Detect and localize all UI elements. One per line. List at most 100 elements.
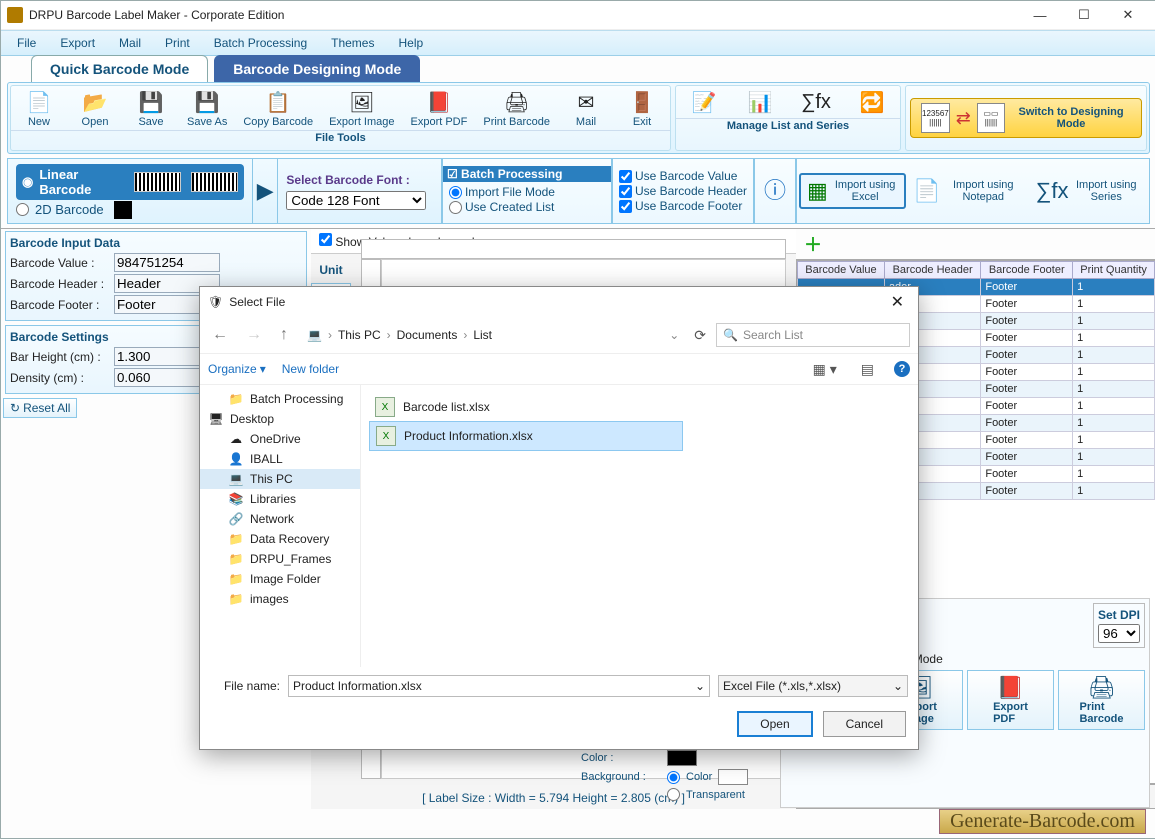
menu-themes[interactable]: Themes <box>319 33 386 53</box>
tree-item[interactable]: 📁DRPU_Frames <box>200 549 360 569</box>
chevron-down-icon[interactable]: ⌄ <box>669 328 679 342</box>
dpi-select[interactable]: 96 <box>1098 624 1140 643</box>
tree-item[interactable]: 📚Libraries <box>200 489 360 509</box>
filename-input[interactable]: Product Information.xlsx⌄ <box>288 675 710 697</box>
toolbar-export-pdf-button[interactable]: 📕Export PDF <box>403 86 476 130</box>
column-header[interactable]: Print Quantity <box>1073 262 1155 279</box>
toolbar-open-button[interactable]: 📂Open <box>67 86 123 130</box>
menu-print[interactable]: Print <box>153 33 202 53</box>
action-export-pdf-button[interactable]: 📕ExportPDF <box>967 670 1054 730</box>
dpi-group: Set DPI 96 <box>1093 603 1145 648</box>
toolbar-save-as-button[interactable]: 💾Save As <box>179 86 235 130</box>
menu-export[interactable]: Export <box>48 33 107 53</box>
nav-up-button[interactable]: ↑ <box>276 326 292 344</box>
dialog-buttons: Open Cancel <box>200 705 918 749</box>
use-created-list-radio[interactable]: Use Created List <box>449 200 605 214</box>
menu-help[interactable]: Help <box>386 33 435 53</box>
cancel-button[interactable]: Cancel <box>823 711 906 737</box>
tab-designing-mode[interactable]: Barcode Designing Mode <box>214 55 420 82</box>
unit-title: Unit <box>311 259 351 281</box>
manage-list-group: 📝📊∑fx🔁 Manage List and Series <box>675 85 901 151</box>
2d-barcode-radio[interactable]: 2D Barcode <box>16 201 244 219</box>
new-folder-button[interactable]: New folder <box>282 362 339 376</box>
toolbar-export-image-button[interactable]: 🖼Export Image <box>321 86 402 130</box>
import-excel-button[interactable]: ▦Import using Excel <box>799 173 906 209</box>
organize-menu[interactable]: Organize ▾ <box>208 362 266 376</box>
action-print-barcode-button[interactable]: 🖨PrintBarcode <box>1058 670 1145 730</box>
use-header-check[interactable]: Use Barcode Header <box>619 184 747 198</box>
tree-item[interactable]: 📁Image Folder <box>200 569 360 589</box>
menu-file[interactable]: File <box>5 33 48 53</box>
font-label: Select Barcode Font : <box>286 173 433 187</box>
toolbar-save-button[interactable]: 💾Save <box>123 86 179 130</box>
view-options-button[interactable]: ▦ ▾ <box>809 361 841 378</box>
tree-item[interactable]: ☁OneDrive <box>200 429 360 449</box>
excel-file-icon: X <box>376 426 396 446</box>
tree-item[interactable]: 💻This PC <box>200 469 360 489</box>
dialog-toolbar: Organize ▾ New folder ▦ ▾ ▤ ? <box>200 354 918 385</box>
mode-tabs: Quick Barcode Mode Barcode Designing Mod… <box>1 56 1155 82</box>
reset-all-button[interactable]: ↻ Reset All <box>3 398 77 418</box>
close-button[interactable]: ✕ <box>1106 1 1150 29</box>
toolbar-print-barcode-button[interactable]: 🖨Print Barcode <box>475 86 558 130</box>
minimize-button[interactable]: — <box>1018 1 1062 29</box>
help-button[interactable]: ⓘ <box>757 174 793 208</box>
filter-select[interactable]: Excel File (*.xls,*.xlsx)⌄ <box>718 675 908 697</box>
tree-item[interactable]: 📁Batch Processing <box>200 389 360 409</box>
bg-transparent-radio[interactable] <box>667 788 680 801</box>
import-notepad-button[interactable]: 📄Import using Notepad <box>906 174 1028 208</box>
bg-color-radio[interactable] <box>667 771 680 784</box>
file-item[interactable]: XBarcode list.xlsx <box>369 393 681 421</box>
folder-tree[interactable]: 📁Batch Processing🖥Desktop☁OneDrive👤IBALL… <box>200 385 361 667</box>
manage-button-1[interactable]: 📊 <box>732 86 788 118</box>
batch-options-panel: Use Barcode Value Use Barcode Header Use… <box>612 158 754 224</box>
filename-label: File name: <box>210 679 280 693</box>
refresh-button[interactable]: ⟳ <box>694 327 706 344</box>
dialog-close-button[interactable]: ✕ <box>885 292 910 312</box>
tree-item[interactable]: 👤IBALL <box>200 449 360 469</box>
nav-forward-button[interactable]: → <box>242 326 266 344</box>
column-header[interactable]: Barcode Header <box>884 262 980 279</box>
use-footer-check[interactable]: Use Barcode Footer <box>619 199 747 213</box>
use-value-check[interactable]: Use Barcode Value <box>619 169 747 183</box>
preview-pane-button[interactable]: ▤ <box>857 361 878 378</box>
maximize-button[interactable]: ☐ <box>1062 1 1106 29</box>
toolbar-copy-barcode-button[interactable]: 📋Copy Barcode <box>235 86 321 130</box>
search-input[interactable]: 🔍Search List <box>716 323 910 347</box>
tree-item[interactable]: 📁images <box>200 589 360 609</box>
open-button[interactable]: Open <box>737 711 812 737</box>
file-item[interactable]: XProduct Information.xlsx <box>369 421 683 451</box>
menu-batch[interactable]: Batch Processing <box>202 33 319 53</box>
import-file-mode-radio[interactable]: Import File Mode <box>449 185 605 199</box>
color-swatch[interactable] <box>667 750 697 766</box>
barcode-value-input[interactable] <box>114 253 220 272</box>
tab-quick-mode[interactable]: Quick Barcode Mode <box>31 55 208 82</box>
import-buttons: ▦Import using Excel 📄Import using Notepa… <box>796 158 1150 224</box>
add-row-button[interactable]: ＋ <box>798 231 828 257</box>
manage-button-0[interactable]: 📝 <box>676 86 732 118</box>
linear-barcode-radio[interactable]: ◉ Linear Barcode <box>16 164 244 200</box>
nav-back-button[interactable]: ← <box>208 326 232 344</box>
file-list[interactable]: XBarcode list.xlsxXProduct Information.x… <box>361 385 918 667</box>
breadcrumb[interactable]: 💻 ›This PC ›Documents ›List ⌄ <box>302 324 684 346</box>
manage-button-2[interactable]: ∑fx <box>788 86 844 118</box>
toolbar-mail-button[interactable]: ✉Mail <box>558 86 614 130</box>
bg-swatch[interactable] <box>718 769 748 785</box>
chevron-down-icon[interactable]: ⌄ <box>695 679 705 693</box>
tree-item[interactable]: 🔗Network <box>200 509 360 529</box>
column-header[interactable]: Barcode Value <box>798 262 885 279</box>
column-header[interactable]: Barcode Footer <box>981 262 1073 279</box>
pc-icon: 💻 <box>307 328 322 342</box>
tree-item[interactable]: 🖥Desktop <box>200 409 360 429</box>
import-series-button[interactable]: ∑fxImport using Series <box>1029 174 1147 208</box>
dialog-footer: File name: Product Information.xlsx⌄ Exc… <box>200 667 918 705</box>
manage-button-3[interactable]: 🔁 <box>844 86 900 118</box>
show-above-check[interactable] <box>319 233 332 246</box>
tree-item[interactable]: 📁Data Recovery <box>200 529 360 549</box>
dialog-help-button[interactable]: ? <box>894 361 910 377</box>
barcode-font-select[interactable]: Code 128 Font <box>286 191 426 210</box>
menu-mail[interactable]: Mail <box>107 33 153 53</box>
toolbar-new-button[interactable]: 📄New <box>11 86 67 130</box>
toolbar-exit-button[interactable]: 🚪Exit <box>614 86 670 130</box>
switch-mode-button[interactable]: 123567|||||| ⇄ ▭▭|||||| Switch to Design… <box>910 98 1142 138</box>
